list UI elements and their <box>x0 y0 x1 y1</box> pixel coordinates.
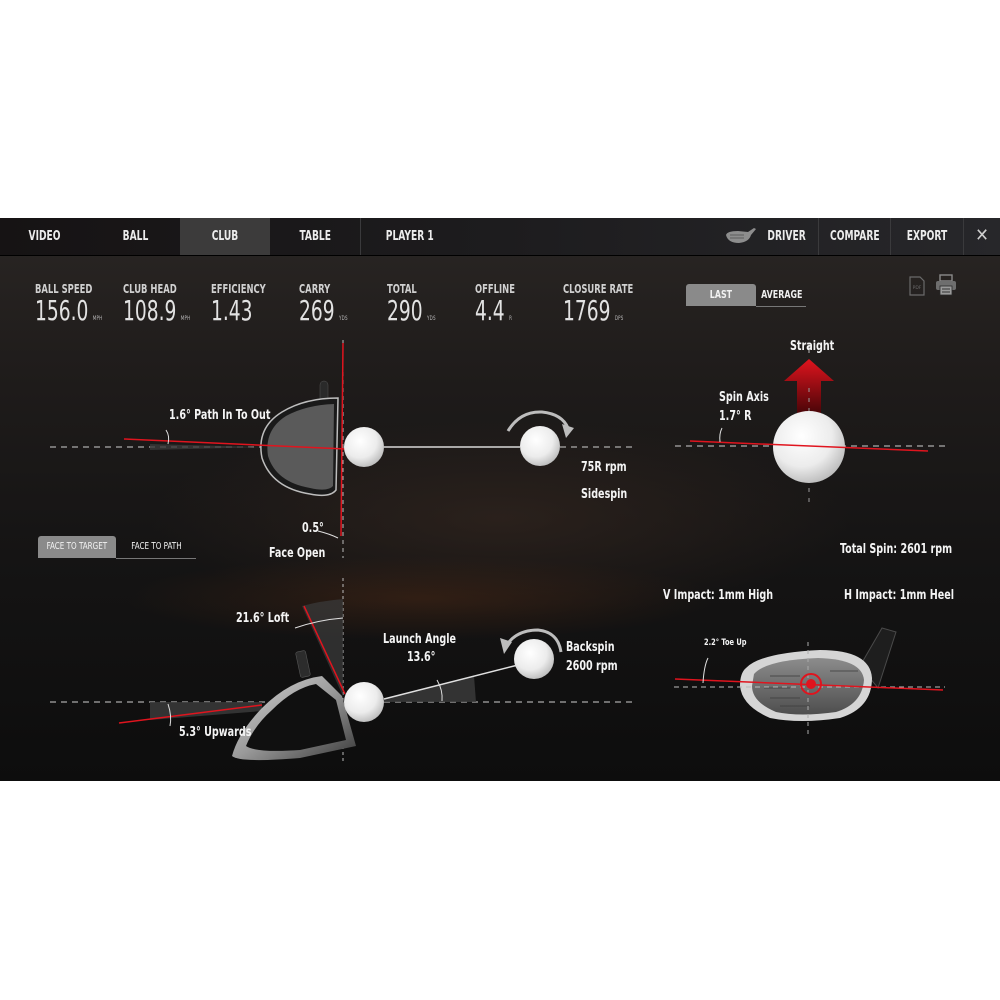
golf-ball-impact-top <box>344 427 384 467</box>
side-view-diagram <box>50 578 636 763</box>
path-label: 1.6° Path In To Out <box>169 408 271 423</box>
face-to-path-label: FACE TO PATH <box>130 541 182 552</box>
total-spin-readout: Total Spin: 2601 rpm <box>840 542 953 557</box>
golf-ball-backspin <box>514 639 554 679</box>
shot-shape-label: Straight <box>790 339 835 354</box>
vertical-impact-readout: V Impact: 1mm High <box>663 588 774 603</box>
backspin-label: Backspin <box>566 640 615 655</box>
club-head-top-icon <box>260 380 339 497</box>
spin-axis-label: Spin Axis <box>719 390 769 405</box>
launch-angle-value: 13.6° <box>407 650 436 665</box>
lie-angle-label: 2.2° Toe Up <box>704 638 747 648</box>
toggle-face-to-target[interactable]: FACE TO TARGET <box>38 536 116 558</box>
sidespin-value: 75R rpm <box>581 460 627 475</box>
club-analysis-screen: VIDEO BALL CLUB TABLE PLAYER 1 DRIVER CO… <box>0 218 1000 781</box>
golf-ball-impact-side <box>344 682 384 722</box>
path-angle-leader <box>165 429 170 445</box>
sidespin-label: Sidespin <box>581 487 628 502</box>
direction-arrow-icon <box>784 359 834 413</box>
face-angle-line <box>340 342 344 537</box>
backspin-value: 2600 rpm <box>566 659 618 674</box>
launch-angle-label: Launch Angle <box>383 632 457 647</box>
spin-axis-diagram <box>675 344 945 508</box>
attack-angle-label: 5.3° Upwards <box>179 725 252 740</box>
spin-axis-value: 1.7° R <box>719 409 752 424</box>
impact-point-dot <box>806 679 816 689</box>
face-angle-label: Face Open <box>269 546 326 561</box>
top-view-diagram <box>50 340 636 558</box>
golf-ball-sidespin <box>520 426 560 466</box>
horizontal-impact-readout: H Impact: 1mm Heel <box>844 588 955 603</box>
toggle-face-to-path[interactable]: FACE TO PATH <box>116 536 196 559</box>
loft-label: 21.6° Loft <box>236 611 290 626</box>
face-angle-value: 0.5° <box>302 521 324 536</box>
club-diagrams <box>50 340 945 763</box>
face-to-target-label: FACE TO TARGET <box>46 541 108 552</box>
